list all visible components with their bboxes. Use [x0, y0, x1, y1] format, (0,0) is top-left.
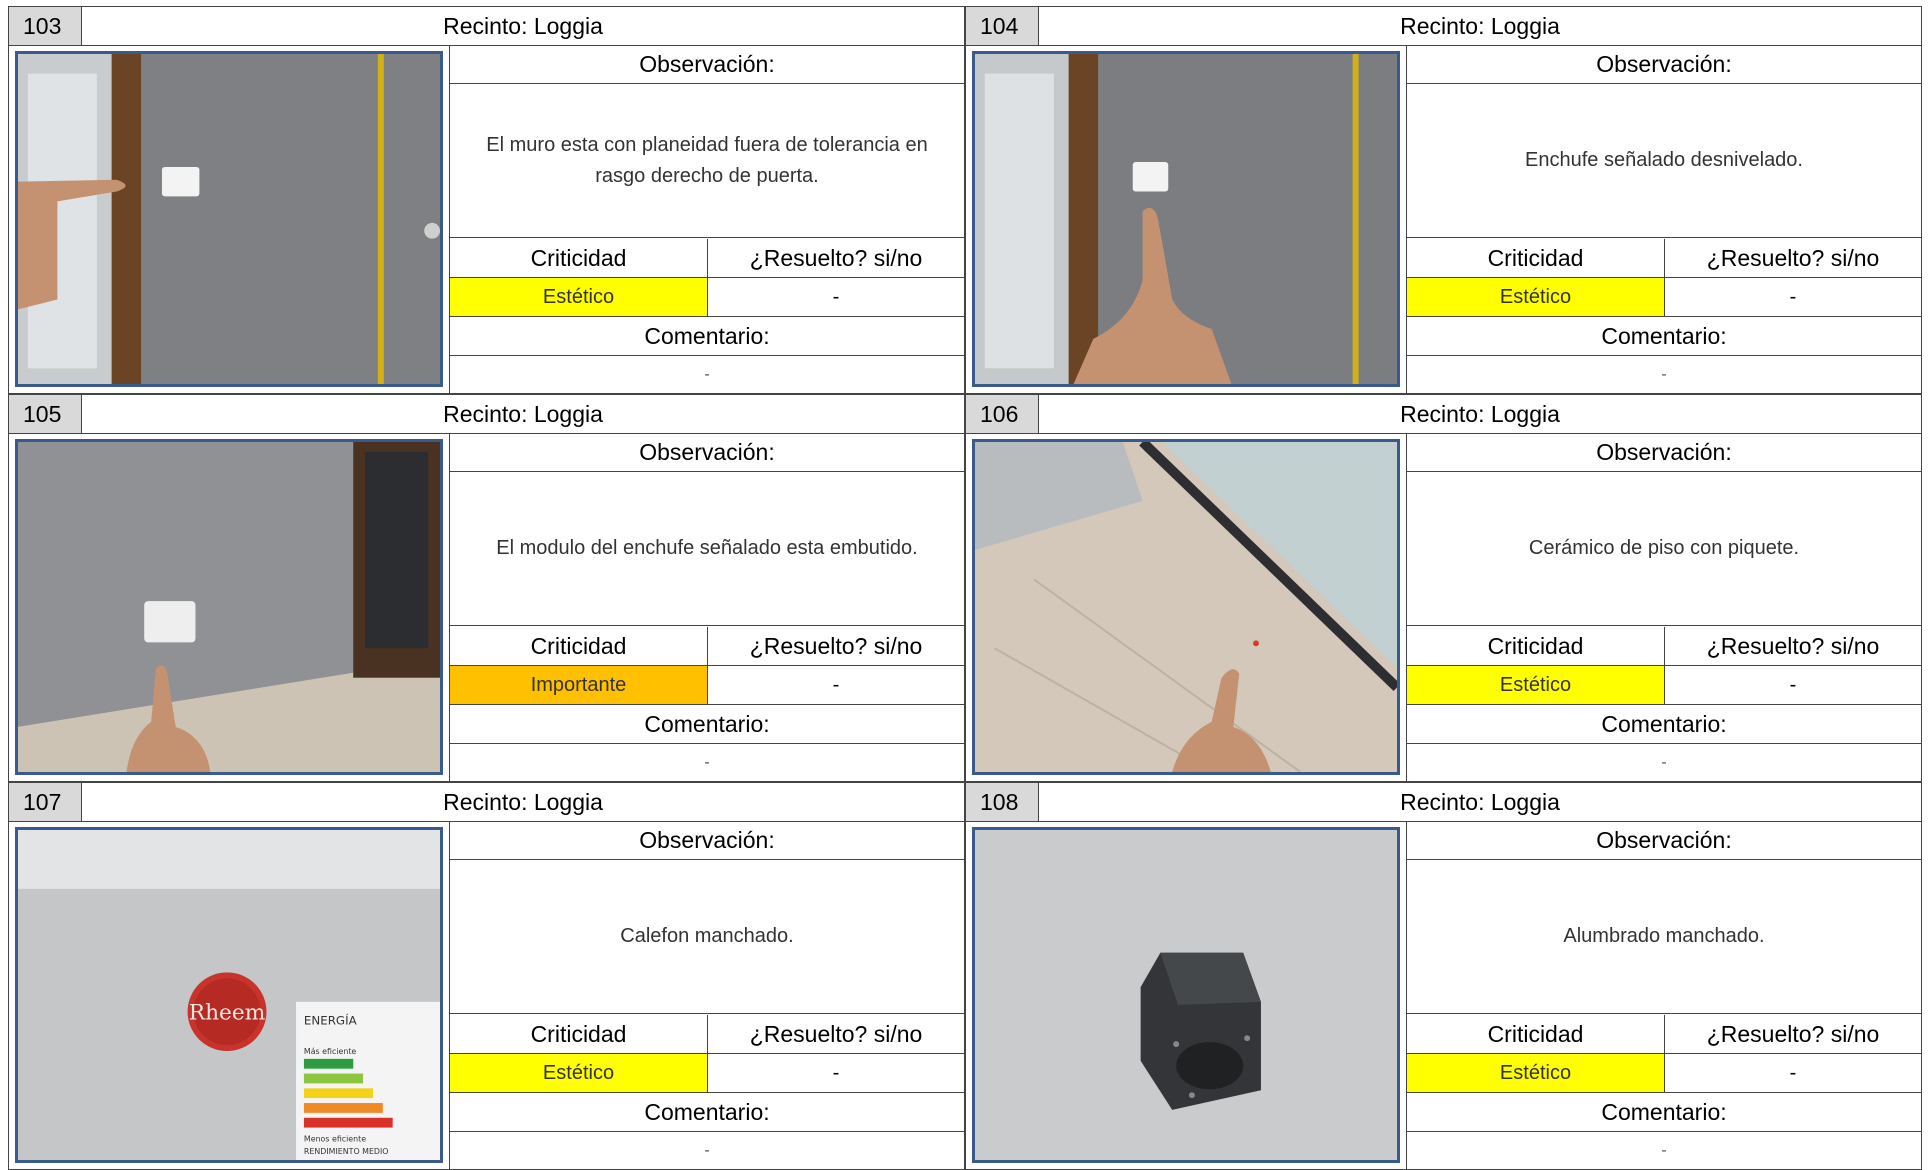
criticidad-value: Estético — [1407, 278, 1665, 317]
recinto-label: Recinto: Loggia — [1400, 401, 1560, 427]
menos-eficiente-label: Menos eficiente — [304, 1134, 366, 1143]
comentario-label: Comentario: — [1407, 317, 1921, 356]
card-header: 108 Recinto: Loggia — [966, 783, 1921, 822]
resuelto-header: ¿Resuelto? si/no — [708, 239, 964, 278]
observacion-label: Observación: — [1407, 45, 1921, 84]
item-number: 106 — [966, 395, 1039, 433]
inspection-card: 108 Recinto: Loggia Observación: Alumbra… — [965, 782, 1922, 1170]
item-number: 108 — [966, 783, 1039, 821]
item-number: 103 — [9, 7, 82, 45]
observacion-text: Alumbrado manchado. — [1407, 860, 1921, 1014]
item-number: 104 — [966, 7, 1039, 45]
details-panel: Observación: Calefon manchado. Criticida… — [449, 821, 964, 1169]
comentario-text[interactable]: - — [450, 744, 964, 782]
recinto-label: Recinto: Loggia — [1400, 13, 1560, 39]
rheem-logo-text: Rheem — [189, 1001, 265, 1026]
observacion-text: El muro esta con planeidad fuera de tole… — [450, 84, 964, 238]
observacion-label: Observación: — [450, 45, 964, 84]
card-header: 104 Recinto: Loggia — [966, 7, 1921, 46]
inspection-grid: 103 Recinto: Loggia Observación: El muro… — [0, 0, 1929, 1170]
criticidad-value: Importante — [450, 666, 708, 705]
observacion-text: Cerámico de piso con piquete. — [1407, 472, 1921, 626]
item-number: 105 — [9, 395, 82, 433]
observacion-text: Enchufe señalado desnivelado. — [1407, 84, 1921, 238]
details-panel: Observación: Alumbrado manchado. Critici… — [1406, 821, 1921, 1169]
details-panel: Observación: Cerámico de piso con piquet… — [1406, 433, 1921, 781]
wall-door-photo[interactable] — [15, 51, 443, 387]
criticidad-header: Criticidad — [1407, 1015, 1665, 1054]
card-header: 103 Recinto: Loggia — [9, 7, 964, 46]
observacion-label: Observación: — [450, 433, 964, 472]
details-panel: Observación: El muro esta con planeidad … — [449, 45, 964, 393]
observacion-label: Observación: — [450, 821, 964, 860]
energia-label: ENERGÍA — [304, 1012, 357, 1027]
inspection-card: 105 Recinto: Loggia Observación: El modu… — [8, 394, 965, 782]
card-header: 106 Recinto: Loggia — [966, 395, 1921, 434]
criticidad-value: Estético — [450, 1054, 708, 1093]
criticidad-value: Estético — [1407, 1054, 1665, 1093]
resuelto-value[interactable]: - — [1665, 1054, 1921, 1093]
water-heater-photo[interactable]: Rheem ENERGÍA Más eficiente Menos eficie… — [15, 827, 443, 1163]
resuelto-header: ¿Resuelto? si/no — [1665, 1015, 1921, 1054]
comentario-text[interactable]: - — [1407, 744, 1921, 782]
resuelto-header: ¿Resuelto? si/no — [1665, 239, 1921, 278]
mas-eficiente-label: Más eficiente — [304, 1047, 356, 1056]
inspection-card: 103 Recinto: Loggia Observación: El muro… — [8, 6, 965, 394]
outlet-wall-photo[interactable] — [972, 51, 1400, 387]
criticidad-header: Criticidad — [450, 239, 708, 278]
recinto-label: Recinto: Loggia — [443, 13, 603, 39]
recinto-label: Recinto: Loggia — [443, 401, 603, 427]
card-header: 105 Recinto: Loggia — [9, 395, 964, 434]
recinto-label: Recinto: Loggia — [1400, 789, 1560, 815]
comentario-text[interactable]: - — [1407, 356, 1921, 394]
observacion-text: Calefon manchado. — [450, 860, 964, 1014]
comentario-label: Comentario: — [450, 705, 964, 744]
criticidad-header: Criticidad — [1407, 627, 1665, 666]
inspection-card: 106 Recinto: Loggia Observación: Cerámic… — [965, 394, 1922, 782]
inspection-card: 107 Recinto: Loggia Rheem ENERGÍA Más ef… — [8, 782, 965, 1170]
comentario-text[interactable]: - — [450, 356, 964, 394]
comentario-label: Comentario: — [1407, 705, 1921, 744]
resuelto-value[interactable]: - — [708, 666, 964, 705]
observacion-text: El modulo del enchufe señalado esta embu… — [450, 472, 964, 626]
card-header: 107 Recinto: Loggia — [9, 783, 964, 822]
comentario-text[interactable]: - — [1407, 1132, 1921, 1170]
floor-tile-photo[interactable] — [972, 439, 1400, 775]
criticidad-value: Estético — [450, 278, 708, 317]
resuelto-header: ¿Resuelto? si/no — [1665, 627, 1921, 666]
item-number: 107 — [9, 783, 82, 821]
observacion-label: Observación: — [1407, 821, 1921, 860]
recinto-label: Recinto: Loggia — [443, 789, 603, 815]
resuelto-value[interactable]: - — [1665, 278, 1921, 317]
resuelto-value[interactable]: - — [708, 1054, 964, 1093]
comentario-label: Comentario: — [450, 1093, 964, 1132]
criticidad-value: Estético — [1407, 666, 1665, 705]
comentario-label: Comentario: — [450, 317, 964, 356]
observacion-label: Observación: — [1407, 433, 1921, 472]
resuelto-value[interactable]: - — [1665, 666, 1921, 705]
resuelto-header: ¿Resuelto? si/no — [708, 1015, 964, 1054]
ceiling-light-photo[interactable] — [972, 827, 1400, 1163]
comentario-text[interactable]: - — [450, 1132, 964, 1170]
resuelto-value[interactable]: - — [708, 278, 964, 317]
inspection-card: 104 Recinto: Loggia Observación: Enchufe… — [965, 6, 1922, 394]
criticidad-header: Criticidad — [450, 627, 708, 666]
details-panel: Observación: El modulo del enchufe señal… — [449, 433, 964, 781]
resuelto-header: ¿Resuelto? si/no — [708, 627, 964, 666]
criticidad-header: Criticidad — [450, 1015, 708, 1054]
comentario-label: Comentario: — [1407, 1093, 1921, 1132]
rendimiento-label: RENDIMIENTO MEDIO — [304, 1147, 389, 1156]
criticidad-header: Criticidad — [1407, 239, 1665, 278]
details-panel: Observación: Enchufe señalado desnivelad… — [1406, 45, 1921, 393]
outlet-low-photo[interactable] — [15, 439, 443, 775]
